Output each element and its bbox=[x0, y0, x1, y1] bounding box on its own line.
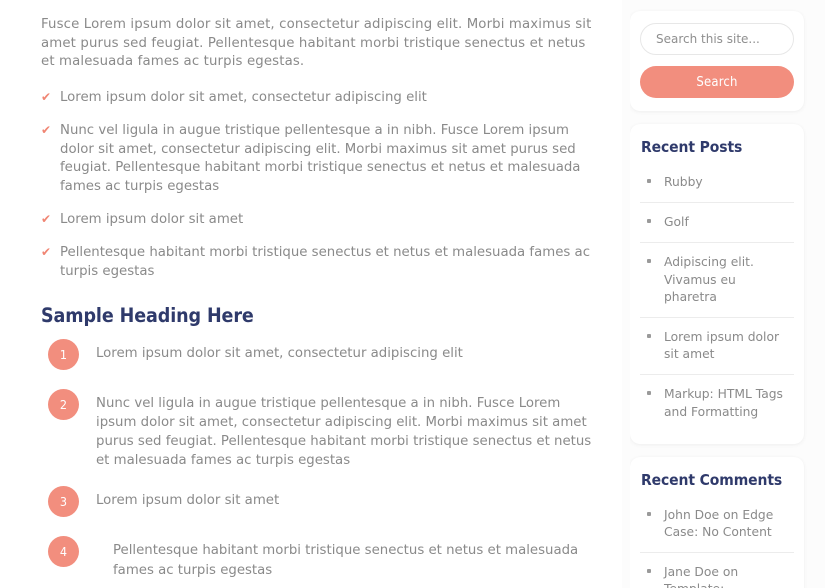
bullet-icon bbox=[647, 219, 651, 224]
list-item: ✔ Pellentesque habitant morbi tristique … bbox=[41, 244, 602, 282]
list-item-label: John Doe on Edge Case: No Content bbox=[664, 507, 774, 540]
bullet-icon bbox=[647, 511, 651, 516]
check-icon: ✔ bbox=[41, 212, 52, 227]
recent-comments-list: John Doe on Edge Case: No Content Jane D… bbox=[640, 496, 794, 588]
search-widget: Search bbox=[630, 11, 804, 111]
search-input[interactable] bbox=[640, 23, 794, 55]
recent-posts-list: Rubby Golf Adipiscing elit. Vivamus eu p… bbox=[640, 163, 794, 432]
page-root: Fusce Lorem ipsum dolor sit amet, consec… bbox=[0, 0, 825, 588]
list-item: ✔ Lorem ipsum dolor sit amet, consectetu… bbox=[41, 89, 602, 108]
list-item[interactable]: Lorem ipsum dolor sit amet bbox=[640, 318, 794, 376]
numbered-list: 1 Lorem ipsum dolor sit amet, consectetu… bbox=[41, 338, 602, 580]
list-number-badge: 3 bbox=[48, 486, 79, 518]
intro-paragraph: Fusce Lorem ipsum dolor sit amet, consec… bbox=[41, 17, 592, 70]
recent-posts-widget: Recent Posts Rubby Golf Adipiscing elit.… bbox=[630, 124, 804, 444]
bullet-icon bbox=[647, 179, 651, 183]
list-item-label: Pellentesque habitant morbi tristique se… bbox=[60, 245, 590, 279]
check-icon: ✔ bbox=[41, 122, 52, 137]
list-item: 4 Pellentesque habitant morbi tristique … bbox=[41, 536, 602, 579]
list-number-badge: 1 bbox=[48, 338, 79, 370]
list-item: 2 Nunc vel ligula in augue tristique pel… bbox=[41, 388, 602, 471]
sidebar: Search Recent Posts Rubby Golf Adipiscin… bbox=[630, 0, 825, 588]
list-item[interactable]: Golf bbox=[640, 203, 794, 244]
list-item-label: Lorem ipsum dolor sit amet, consectetur … bbox=[96, 345, 463, 361]
list-number-badge: 4 bbox=[48, 536, 79, 568]
list-item-label: Lorem ipsum dolor sit amet bbox=[60, 212, 244, 228]
list-item-label: Markup: HTML Tags and Formatting bbox=[664, 387, 783, 419]
list-item-label: Nunc vel ligula in augue tristique pelle… bbox=[60, 122, 581, 195]
list-item: ✔ Lorem ipsum dolor sit amet bbox=[41, 211, 602, 230]
main-content-column: Fusce Lorem ipsum dolor sit amet, consec… bbox=[0, 0, 622, 588]
list-item-label: Lorem ipsum dolor sit amet, consectetur … bbox=[60, 89, 427, 105]
list-item[interactable]: Rubby bbox=[640, 163, 794, 204]
checkmark-list: ✔ Lorem ipsum dolor sit amet, consectetu… bbox=[41, 89, 602, 282]
list-item: 3 Lorem ipsum dolor sit amet bbox=[41, 486, 602, 520]
list-item-label: Golf bbox=[664, 215, 689, 230]
list-number-badge: 2 bbox=[48, 388, 79, 420]
list-item-label: Jane Doe on Template: Comments bbox=[664, 565, 739, 588]
list-item[interactable]: John Doe on Edge Case: No Content bbox=[640, 496, 794, 554]
list-item-label: Nunc vel ligula in augue tristique pelle… bbox=[96, 395, 592, 469]
bullet-icon bbox=[647, 391, 651, 396]
check-icon: ✔ bbox=[41, 245, 52, 260]
list-item-label: Adipiscing elit. Vivamus eu pharetra bbox=[664, 255, 754, 304]
list-item[interactable]: Markup: HTML Tags and Formatting bbox=[640, 375, 794, 431]
bullet-icon bbox=[647, 259, 651, 264]
list-item: ✔ Nunc vel ligula in augue tristique pel… bbox=[41, 122, 602, 198]
check-icon: ✔ bbox=[41, 89, 52, 104]
bullet-icon bbox=[647, 569, 651, 574]
list-item-label: Lorem ipsum dolor sit amet bbox=[664, 330, 780, 362]
recent-posts-title: Recent Posts bbox=[641, 138, 743, 156]
bullet-icon bbox=[647, 334, 651, 339]
list-item-label: Rubby bbox=[664, 175, 703, 189]
list-item[interactable]: Adipiscing elit. Vivamus eu pharetra bbox=[640, 243, 794, 319]
list-item-label: Pellentesque habitant morbi tristique se… bbox=[113, 543, 579, 578]
list-item[interactable]: Jane Doe on Template: Comments bbox=[640, 553, 794, 588]
page-section-heading: Sample Heading Here bbox=[41, 303, 254, 327]
recent-comments-title: Recent Comments bbox=[641, 470, 783, 489]
recent-comments-widget: Recent Comments John Doe on Edge Case: N… bbox=[630, 456, 804, 588]
list-item: 1 Lorem ipsum dolor sit amet, consectetu… bbox=[41, 338, 602, 373]
list-item-label: Lorem ipsum dolor sit amet bbox=[96, 493, 280, 509]
search-button[interactable]: Search bbox=[640, 66, 794, 98]
